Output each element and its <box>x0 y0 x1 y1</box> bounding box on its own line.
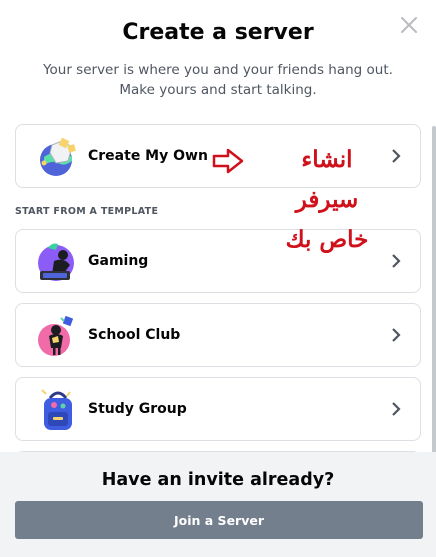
annotation-line: انشاء <box>301 146 353 173</box>
template-study-group-label: Study Group <box>88 401 187 417</box>
chevron-right-icon <box>392 402 401 416</box>
annotation-line: خاص بك <box>285 226 369 253</box>
join-server-button[interactable]: Join a Server <box>15 501 423 539</box>
school-club-icon <box>38 315 74 356</box>
arabic-annotation: انشاء سيرفر خاص بك <box>272 140 382 260</box>
annotation-line: سيرفر <box>295 186 359 213</box>
chevron-right-icon <box>392 254 401 268</box>
modal-title: Create a server <box>122 20 314 45</box>
template-gaming-label: Gaming <box>88 253 149 269</box>
annotation-arrow-icon <box>212 148 244 174</box>
chevron-right-icon <box>392 328 401 342</box>
template-study-group[interactable]: Study Group <box>15 377 421 441</box>
create-my-own-label: Create My Own <box>88 148 208 164</box>
scrollbar[interactable] <box>432 126 436 452</box>
template-school-club[interactable]: School Club <box>15 303 421 367</box>
modal-footer: Have an invite already? Join a Server <box>0 452 436 557</box>
template-school-club-label: School Club <box>88 327 181 343</box>
modal-subtitle: Your server is where you and your friend… <box>43 62 393 98</box>
invite-heading: Have an invite already? <box>101 470 335 490</box>
template-section-label: START FROM A TEMPLATE <box>15 206 159 217</box>
chevron-right-icon <box>392 149 401 163</box>
gaming-icon <box>38 243 74 281</box>
study-group-icon <box>41 389 72 430</box>
globe-build-icon <box>40 137 76 176</box>
